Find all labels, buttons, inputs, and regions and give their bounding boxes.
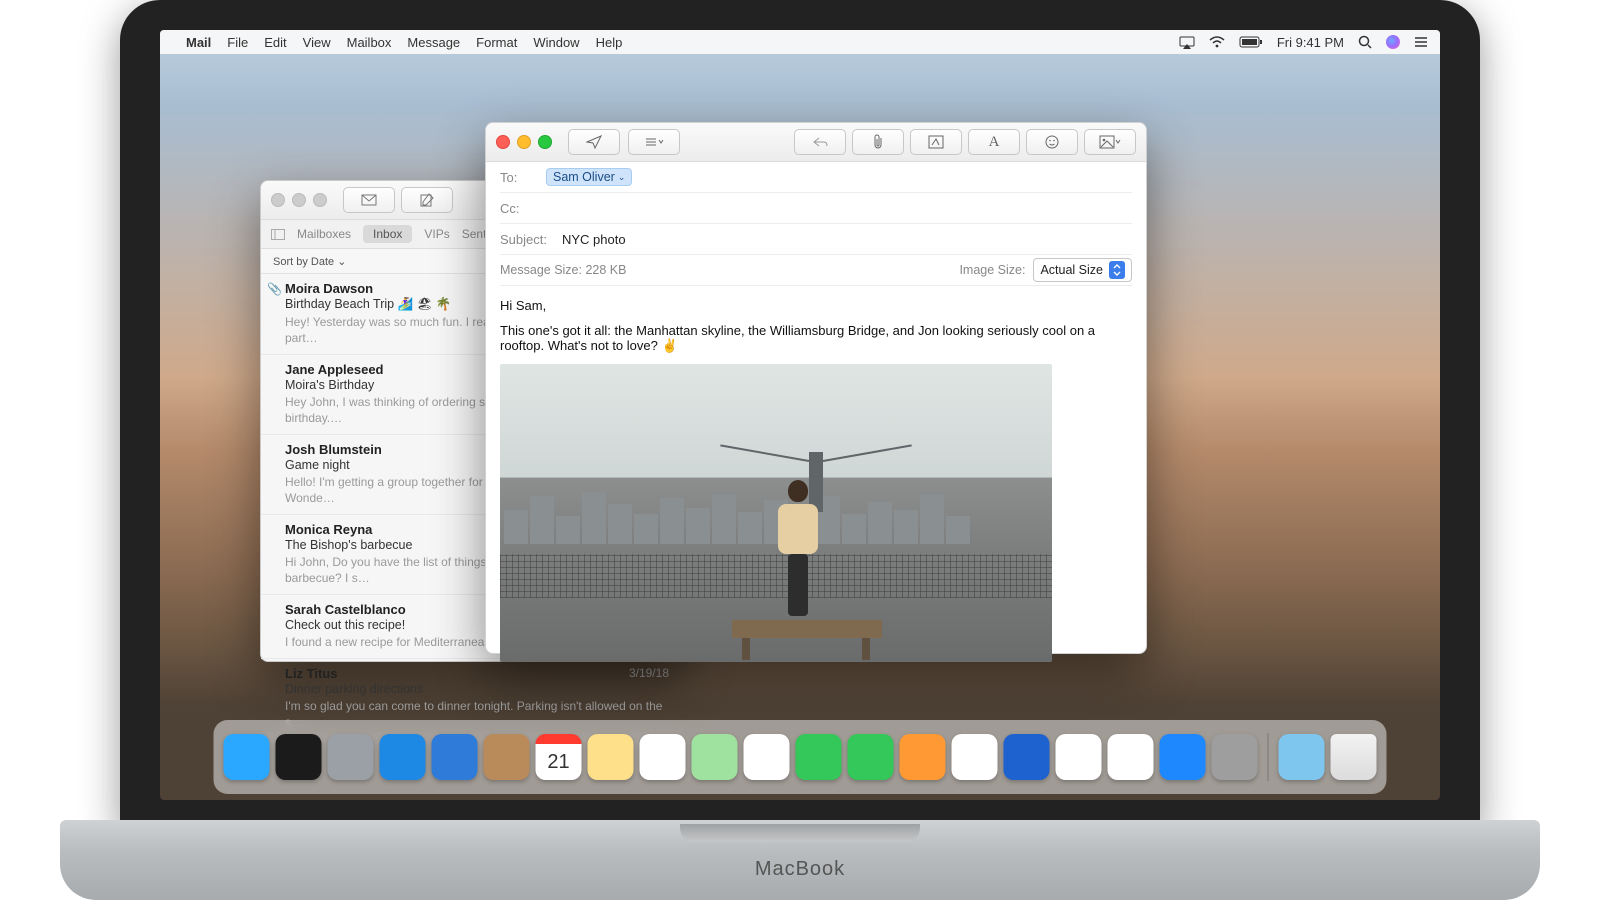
menu-file[interactable]: File <box>227 35 248 50</box>
subject-field[interactable]: Subject: NYC photo <box>500 224 1132 255</box>
dock-app-facetime[interactable] <box>848 734 894 780</box>
dock-app-reminders[interactable] <box>640 734 686 780</box>
desktop: Mail File Edit View Mailbox Message Form… <box>160 30 1440 800</box>
wifi-icon[interactable] <box>1209 36 1225 48</box>
laptop-brand: MacBook <box>755 858 845 881</box>
dock-app-mail[interactable] <box>432 734 478 780</box>
reply-button[interactable] <box>794 129 846 155</box>
emoji-button[interactable] <box>1026 129 1078 155</box>
compose-body[interactable]: Hi Sam, This one's got it all: the Manha… <box>486 286 1146 676</box>
dock-app-news[interactable] <box>1056 734 1102 780</box>
header-fields-button[interactable] <box>628 129 680 155</box>
dock-trash[interactable] <box>1331 734 1377 780</box>
menu-mailbox[interactable]: Mailbox <box>347 35 392 50</box>
menu-edit[interactable]: Edit <box>264 35 286 50</box>
siri-icon[interactable] <box>1386 35 1400 49</box>
sidebar-toggle-icon[interactable] <box>271 229 285 240</box>
dock-downloads[interactable] <box>1279 734 1325 780</box>
dock-app-appstore[interactable] <box>1160 734 1206 780</box>
compose-traffic-lights[interactable] <box>496 135 552 149</box>
tab-vips[interactable]: VIPs <box>424 227 449 241</box>
dock-app-siri[interactable] <box>276 734 322 780</box>
dock-separator <box>1268 733 1269 781</box>
send-button[interactable] <box>568 129 620 155</box>
image-size-select[interactable]: Actual Size <box>1033 258 1132 282</box>
dock-app-contacts[interactable] <box>484 734 530 780</box>
dock-app-photos[interactable] <box>744 734 790 780</box>
menu-format[interactable]: Format <box>476 35 517 50</box>
select-stepper-icon <box>1109 261 1125 279</box>
dock-app-safari[interactable] <box>380 734 426 780</box>
tab-sent[interactable]: Sent <box>462 227 487 241</box>
dock: 21 <box>214 720 1387 794</box>
photo-browser-button[interactable] <box>1084 129 1136 155</box>
compose-button[interactable] <box>401 187 453 213</box>
dock-app-finder[interactable] <box>224 734 270 780</box>
menu-view[interactable]: View <box>303 35 331 50</box>
attach-button[interactable] <box>852 129 904 155</box>
body-greeting: Hi Sam, <box>500 298 1132 313</box>
chevron-down-icon: ⌄ <box>618 172 626 183</box>
menubar-app[interactable]: Mail <box>186 35 211 50</box>
image-size-label: Image Size: <box>959 263 1025 277</box>
dock-app-pages[interactable] <box>900 734 946 780</box>
dock-app-maps[interactable] <box>692 734 738 780</box>
airplay-icon[interactable] <box>1179 36 1195 49</box>
get-mail-button[interactable] <box>343 187 395 213</box>
message-meta-row: Message Size: 228 KB Image Size: Actual … <box>500 255 1132 286</box>
dock-app-preferences[interactable] <box>1212 734 1258 780</box>
message-subject: Dinner parking directions <box>285 682 669 696</box>
menu-help[interactable]: Help <box>596 35 623 50</box>
menubar-clock[interactable]: Fri 9:41 PM <box>1277 35 1344 50</box>
chevron-down-icon: ⌄ <box>337 256 346 268</box>
compose-window: A To: Sam Oliver⌄ Cc: Subject: NYC photo <box>485 122 1147 654</box>
compose-titlebar[interactable]: A <box>486 123 1146 162</box>
menubar: Mail File Edit View Mailbox Message Form… <box>160 30 1440 54</box>
dock-app-messages[interactable] <box>796 734 842 780</box>
dock-app-notes[interactable] <box>588 734 634 780</box>
bench-graphic <box>732 620 882 638</box>
message-size-value: 228 KB <box>585 263 626 277</box>
dock-app-keynote[interactable] <box>1004 734 1050 780</box>
person-graphic <box>776 480 820 620</box>
attachment-icon: 📎 <box>267 282 282 296</box>
menu-message[interactable]: Message <box>407 35 460 50</box>
dock-app-music[interactable] <box>1108 734 1154 780</box>
body-text: This one's got it all: the Manhattan sky… <box>500 323 1132 354</box>
dock-app-calendar[interactable]: 21 <box>536 734 582 780</box>
tab-mailboxes[interactable]: Mailboxes <box>297 227 351 241</box>
menu-window[interactable]: Window <box>533 35 579 50</box>
tab-inbox[interactable]: Inbox <box>363 225 412 243</box>
dock-app-numbers[interactable] <box>952 734 998 780</box>
cc-field[interactable]: Cc: <box>500 193 1132 224</box>
format-button[interactable]: A <box>968 129 1020 155</box>
recipient-chip[interactable]: Sam Oliver⌄ <box>546 168 632 186</box>
to-field[interactable]: To: Sam Oliver⌄ <box>500 162 1132 193</box>
inbox-traffic-lights[interactable] <box>271 193 327 207</box>
markup-button[interactable] <box>910 129 962 155</box>
dock-app-launchpad[interactable] <box>328 734 374 780</box>
spotlight-icon[interactable] <box>1358 35 1372 49</box>
notification-center-icon[interactable] <box>1414 36 1428 48</box>
battery-icon[interactable] <box>1239 36 1263 48</box>
attached-photo[interactable] <box>500 364 1052 662</box>
